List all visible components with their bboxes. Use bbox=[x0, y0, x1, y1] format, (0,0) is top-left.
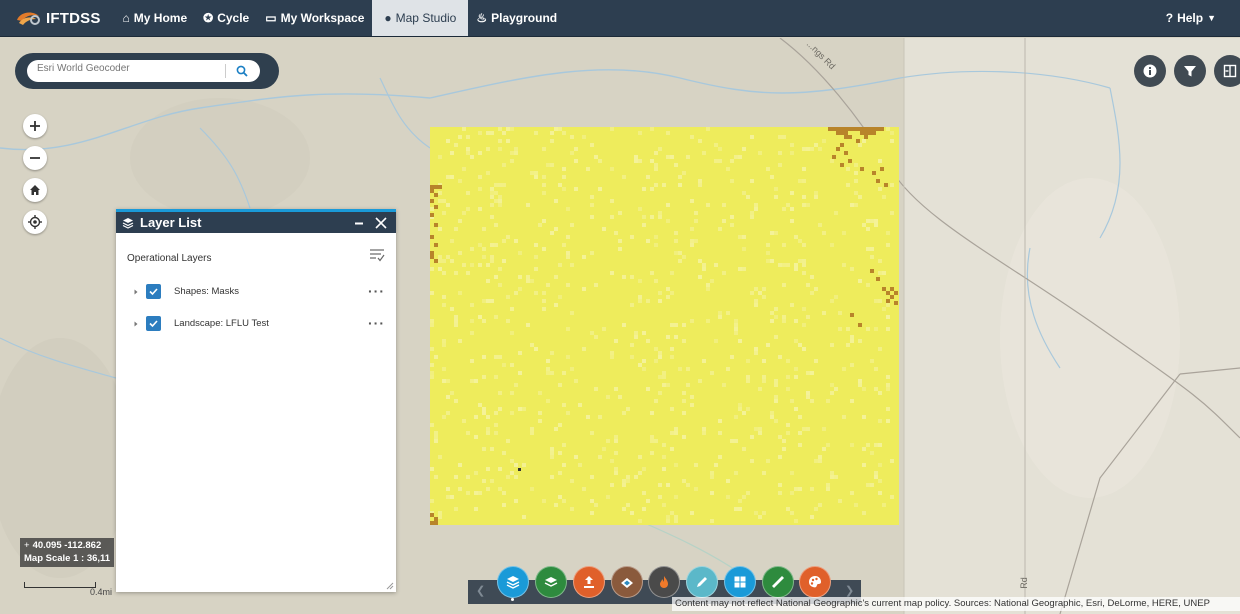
layer-options-icon[interactable] bbox=[369, 248, 385, 262]
dock-fire-button[interactable] bbox=[648, 566, 680, 598]
help-menu[interactable]: ? Help ▼ bbox=[1158, 0, 1240, 36]
dock-upload-button[interactable] bbox=[573, 566, 605, 598]
locate-button[interactable] bbox=[23, 210, 47, 234]
minimize-button[interactable] bbox=[350, 214, 368, 232]
close-button[interactable] bbox=[372, 214, 390, 232]
nav-label: Map Studio bbox=[395, 11, 457, 25]
add-layer-icon bbox=[544, 577, 558, 587]
crosshair-icon: + bbox=[24, 540, 30, 551]
active-indicator bbox=[511, 598, 514, 601]
globe-icon: ● bbox=[384, 11, 392, 25]
layer-label: Shapes: Masks bbox=[174, 286, 239, 297]
nav-label: My Home bbox=[133, 11, 188, 25]
landscape-raster-layer[interactable] bbox=[430, 127, 899, 525]
upload-icon bbox=[584, 576, 594, 588]
workspace-icon: ▭ bbox=[265, 11, 277, 25]
layer-list-header[interactable]: Layer List bbox=[116, 212, 396, 233]
minus-icon bbox=[30, 157, 40, 159]
layer-list-title: Layer List bbox=[140, 215, 202, 230]
dock-basemap-button[interactable] bbox=[611, 566, 643, 598]
measure-icon bbox=[772, 576, 784, 588]
nav-my-home[interactable]: ⌂ My Home bbox=[115, 0, 196, 36]
layer-checkbox[interactable] bbox=[146, 316, 161, 331]
dock-add-layer-button[interactable] bbox=[535, 566, 567, 598]
layer-checkbox[interactable] bbox=[146, 284, 161, 299]
dock-measure-button[interactable] bbox=[762, 566, 794, 598]
flame-icon: ♨ bbox=[476, 11, 488, 25]
home-icon: ⌂ bbox=[122, 11, 130, 25]
search-icon bbox=[236, 65, 248, 77]
home-icon bbox=[30, 185, 40, 195]
palette-icon bbox=[809, 576, 821, 588]
scale-bar bbox=[24, 582, 96, 588]
nav-label: Playground bbox=[491, 11, 558, 25]
layer-menu-button[interactable]: ··· bbox=[368, 283, 385, 299]
nav-label: Cycle bbox=[217, 11, 250, 25]
resize-handle-icon[interactable] bbox=[386, 582, 394, 590]
layer-menu-button[interactable]: ··· bbox=[368, 315, 385, 331]
dock-prev-icon[interactable]: ❮ bbox=[476, 584, 485, 597]
search-box bbox=[27, 60, 260, 82]
map-attribution: Content may not reflect National Geograp… bbox=[672, 597, 1240, 611]
plus-icon bbox=[30, 121, 40, 131]
operational-layers-title: Operational Layers bbox=[127, 253, 212, 264]
layer-list-panel: Layer List Operational Layers Shapes: Ma… bbox=[116, 209, 396, 592]
split-view-icon bbox=[1223, 64, 1237, 78]
brand-name: IFTDSS bbox=[46, 9, 101, 27]
nav-cycle[interactable]: ✪ Cycle bbox=[195, 0, 257, 36]
info-icon bbox=[1143, 64, 1157, 78]
top-nav: IFTDSS ⌂ My Home ✪ Cycle ▭ My Workspace … bbox=[0, 0, 1240, 37]
home-extent-button[interactable] bbox=[23, 178, 47, 202]
filter-button[interactable] bbox=[1174, 55, 1206, 87]
split-view-button[interactable] bbox=[1214, 55, 1240, 87]
search-divider bbox=[225, 64, 226, 78]
dock-palette-button[interactable] bbox=[799, 566, 831, 598]
dock-grid-button[interactable] bbox=[724, 566, 756, 598]
logo-icon bbox=[17, 12, 40, 25]
minimize-icon bbox=[355, 222, 363, 224]
layer-row[interactable]: Landscape: LFLU Test ··· bbox=[116, 309, 396, 341]
geocoder-search bbox=[15, 53, 279, 89]
question-icon: ? bbox=[1165, 11, 1174, 25]
map-scale-text: Map Scale 1 : 36,11 bbox=[24, 553, 111, 564]
nav-label: My Workspace bbox=[280, 11, 365, 25]
info-button[interactable] bbox=[1134, 55, 1166, 87]
nav-playground[interactable]: ♨ Playground bbox=[468, 0, 565, 36]
latlon-text: 40.095 -112.862 bbox=[32, 540, 102, 551]
raster-texture bbox=[430, 127, 898, 525]
dock-draw-button[interactable] bbox=[686, 566, 718, 598]
layers-icon bbox=[506, 576, 520, 589]
dock-next-icon[interactable]: ❯ bbox=[845, 584, 854, 597]
search-input[interactable] bbox=[37, 63, 227, 74]
scale-bar-label: 0.4mi bbox=[90, 587, 113, 597]
zoom-in-button[interactable] bbox=[23, 114, 47, 138]
grid-icon bbox=[734, 576, 746, 588]
close-icon bbox=[375, 216, 387, 229]
zoom-out-button[interactable] bbox=[23, 146, 47, 170]
coordinates-readout: +40.095 -112.862 Map Scale 1 : 36,11 bbox=[20, 538, 115, 567]
road-label-2: Rd bbox=[1018, 577, 1029, 589]
nav-map-studio[interactable]: ● Map Studio bbox=[372, 0, 469, 36]
filter-icon bbox=[1184, 66, 1196, 77]
draw-icon bbox=[697, 577, 707, 587]
brand-logo[interactable]: IFTDSS bbox=[0, 0, 115, 36]
caret-right-icon[interactable] bbox=[133, 289, 139, 295]
dock-layers-button[interactable] bbox=[497, 566, 529, 598]
help-label: Help bbox=[1177, 11, 1204, 25]
nav-my-workspace[interactable]: ▭ My Workspace bbox=[257, 0, 372, 36]
cycle-icon: ✪ bbox=[203, 11, 214, 25]
search-button[interactable] bbox=[231, 62, 253, 80]
operational-layers-header: Operational Layers bbox=[116, 233, 396, 277]
layer-row[interactable]: Shapes: Masks ··· bbox=[116, 277, 396, 309]
fire-icon bbox=[660, 576, 668, 588]
checkmark-icon bbox=[149, 320, 158, 328]
locate-icon bbox=[28, 215, 42, 229]
chevron-down-icon: ▼ bbox=[1207, 13, 1216, 23]
layer-label: Landscape: LFLU Test bbox=[174, 318, 269, 329]
basemap-icon bbox=[621, 578, 633, 588]
caret-right-icon[interactable] bbox=[133, 321, 139, 327]
checkmark-icon bbox=[149, 288, 158, 296]
layers-icon bbox=[122, 217, 134, 229]
